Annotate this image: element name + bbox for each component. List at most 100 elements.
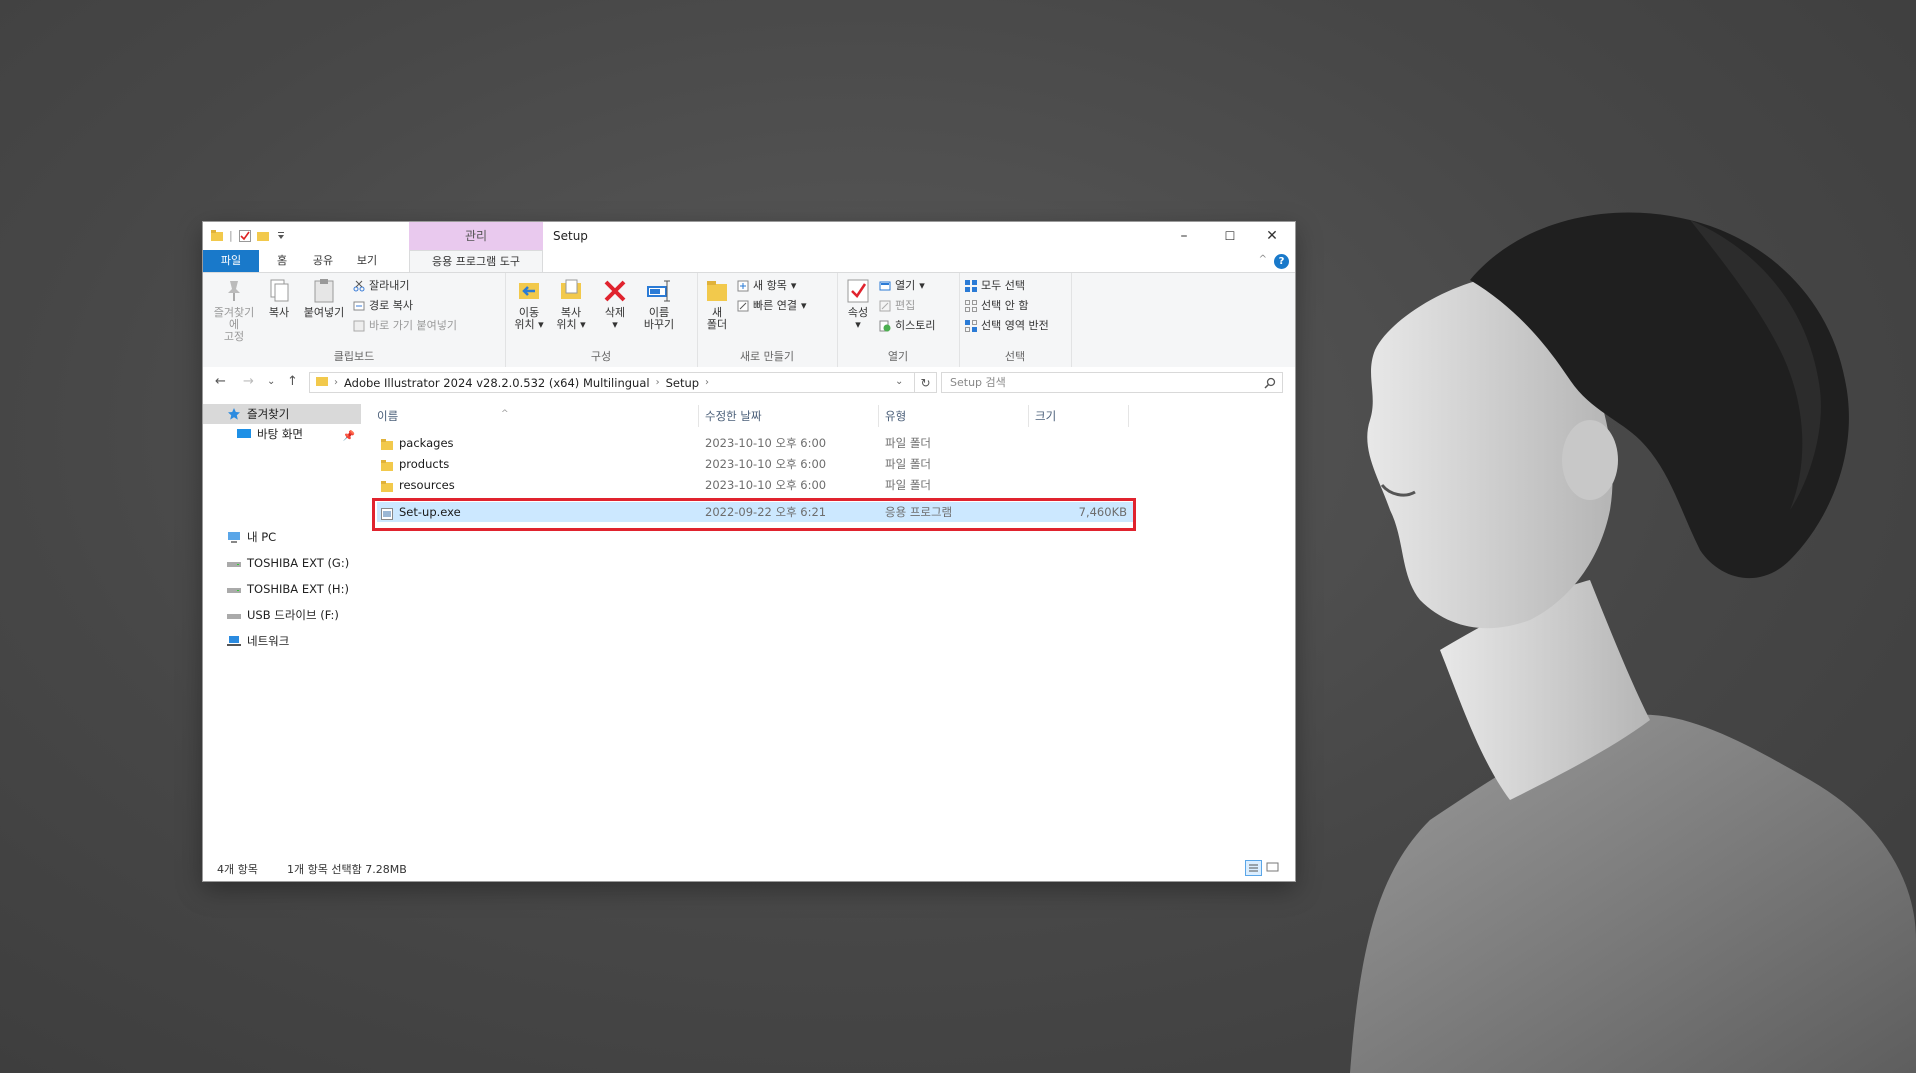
forward-button[interactable]: → — [243, 374, 254, 389]
copy-label: 복사 — [268, 306, 290, 319]
properties-button[interactable]: 속성 ▾ — [841, 277, 875, 331]
tab-home[interactable]: 홈 — [267, 250, 297, 272]
group-clipboard: 즐겨찾기에 고정 복사 붙여넣기 잘라내기 경로 복사 바로 가기 붙여넣기 클… — [203, 273, 506, 367]
newfolder-label-2: 폴더 — [706, 318, 728, 331]
back-button[interactable]: ← — [215, 374, 226, 389]
close-button[interactable]: ✕ — [1249, 222, 1295, 250]
copyto-label-2: 위치 ▾ — [556, 318, 586, 331]
column-header-name[interactable]: 이름 ^ — [371, 405, 699, 427]
chevron-right-icon[interactable]: › — [334, 377, 338, 388]
group-select: 모두 선택 선택 안 함 선택 영역 반전 선택 — [959, 273, 1072, 367]
paste-shortcut-button[interactable]: 바로 가기 붙여넣기 — [353, 317, 457, 335]
new-item-label: 새 항목 — [753, 279, 787, 292]
qat-separator: | — [229, 229, 233, 242]
pin-label-2: 고정 — [223, 330, 245, 343]
delete-dropdown-icon: ▾ — [612, 318, 618, 331]
tab-manage[interactable]: 관리 — [409, 222, 543, 250]
rename-label-2: 바꾸기 — [643, 318, 675, 331]
nav-network[interactable]: 네트워크 — [203, 631, 361, 651]
copy-path-button[interactable]: 경로 복사 — [353, 297, 413, 315]
file-row[interactable]: products 2023-10-10 오후 6:00 파일 폴더 — [377, 454, 1135, 474]
invert-selection-button[interactable]: 선택 영역 반전 — [965, 317, 1049, 335]
select-none-button[interactable]: 선택 안 함 — [965, 297, 1028, 315]
minimize-button[interactable]: – — [1161, 222, 1207, 250]
rename-button[interactable]: 이름 바꾸기 — [635, 277, 683, 331]
breadcrumb-parent[interactable]: Adobe Illustrator 2024 v28.2.0.532 (x64)… — [344, 376, 650, 390]
nav-drive-f[interactable]: USB 드라이브 (F:) — [203, 605, 361, 625]
tab-share[interactable]: 공유 — [305, 250, 341, 272]
file-row[interactable]: packages 2023-10-10 오후 6:00 파일 폴더 — [377, 433, 1135, 453]
edit-button[interactable]: 편집 — [879, 297, 915, 315]
copy-to-button[interactable]: 복사 위치 ▾ — [551, 277, 591, 331]
status-selection: 1개 항목 선택함 7.28MB — [287, 863, 407, 876]
properties-check-icon[interactable] — [238, 229, 251, 242]
help-icon[interactable]: ? — [1274, 254, 1289, 269]
delete-button[interactable]: 삭제 ▾ — [597, 277, 633, 331]
customize-dropdown-icon[interactable] — [275, 230, 287, 242]
delete-x-icon — [601, 277, 629, 305]
file-type: 파일 폴더 — [885, 436, 931, 450]
title-bar: | 관리 Setup – ☐ ✕ — [203, 222, 1295, 250]
column-header-type[interactable]: 유형 — [879, 405, 1029, 427]
open-button[interactable]: 열기 ▾ — [879, 277, 925, 295]
select-none-icon — [965, 300, 977, 312]
search-icon[interactable] — [1264, 376, 1276, 389]
chevron-right-icon[interactable]: › — [656, 377, 660, 388]
cut-button[interactable]: 잘라내기 — [353, 277, 409, 295]
pin-quick-access-button[interactable]: 즐겨찾기에 고정 — [209, 277, 259, 343]
copy-path-label: 경로 복사 — [369, 299, 413, 312]
breadcrumb-current[interactable]: Setup — [666, 376, 699, 390]
tab-view[interactable]: 보기 — [349, 250, 385, 272]
new-folder-icon[interactable] — [256, 230, 269, 242]
column-header-size[interactable]: 크기 — [1029, 405, 1129, 427]
chevron-right-icon[interactable]: › — [705, 377, 709, 388]
file-date: 2023-10-10 오후 6:00 — [705, 478, 827, 492]
nav-drive-g[interactable]: TOSHIBA EXT (G:) — [203, 553, 361, 573]
maximize-button[interactable]: ☐ — [1207, 222, 1253, 250]
history-button[interactable]: 히스토리 — [879, 317, 935, 335]
tab-file[interactable]: 파일 — [203, 250, 259, 272]
column-header-date[interactable]: 수정한 날짜 — [699, 405, 879, 427]
nav-desktop[interactable]: 바탕 화면 📌 — [203, 424, 361, 444]
file-name: packages — [399, 436, 454, 450]
open-label: 열기 — [895, 279, 916, 292]
move-label-2-text: 위치 — [514, 318, 535, 331]
pin-icon[interactable]: 📌 — [343, 427, 355, 447]
pin-icon — [220, 277, 248, 305]
new-item-dropdown-icon: ▾ — [790, 279, 797, 292]
file-type: 파일 폴더 — [885, 457, 931, 471]
copy-button[interactable]: 복사 — [261, 277, 297, 319]
folder-icon — [211, 229, 223, 242]
highlight-box — [372, 498, 1136, 531]
recent-locations-button[interactable]: ⌄ — [267, 376, 275, 387]
collapse-ribbon-icon[interactable]: ^ — [1259, 254, 1267, 265]
nav-drive-h[interactable]: TOSHIBA EXT (H:) — [203, 579, 361, 599]
column-name-label: 이름 — [377, 409, 399, 423]
new-item-button[interactable]: 새 항목 ▾ — [737, 277, 796, 295]
details-view-icon[interactable] — [1245, 860, 1262, 876]
group-label-select: 선택 — [1004, 350, 1026, 363]
file-row[interactable]: resources 2023-10-10 오후 6:00 파일 폴더 — [377, 475, 1135, 495]
nav-this-pc[interactable]: 내 PC — [203, 527, 361, 547]
desktop-icon — [237, 427, 251, 441]
refresh-button[interactable]: ↻ — [915, 372, 937, 393]
nav-quick-access[interactable]: 즐겨찾기 — [203, 404, 361, 424]
invert-selection-label: 선택 영역 반전 — [981, 319, 1049, 332]
large-icons-view-icon[interactable] — [1265, 860, 1282, 876]
window-title: Setup — [553, 229, 588, 243]
paste-icon — [310, 277, 338, 305]
paste-button[interactable]: 붙여넣기 — [299, 277, 349, 319]
network-icon — [227, 634, 241, 648]
tab-app-tools[interactable]: 응용 프로그램 도구 — [409, 250, 543, 272]
select-all-button[interactable]: 모두 선택 — [965, 277, 1025, 295]
nav-drive-f-label: USB 드라이브 (F:) — [247, 608, 339, 622]
move-to-button[interactable]: 이동 위치 ▾ — [509, 277, 549, 331]
address-dropdown-icon[interactable]: ⌄ — [895, 376, 903, 387]
new-folder-button[interactable]: 새 폴더 — [701, 277, 733, 331]
up-button[interactable]: ↑ — [287, 374, 298, 389]
paste-label: 붙여넣기 — [303, 306, 345, 319]
address-bar-row: ← → ⌄ ↑ › Adobe Illustrator 2024 v28.2.0… — [203, 367, 1295, 399]
easy-access-button[interactable]: 빠른 연결 ▾ — [737, 297, 807, 315]
address-box[interactable]: › Adobe Illustrator 2024 v28.2.0.532 (x6… — [309, 372, 915, 393]
search-input[interactable]: Setup 검색 — [941, 372, 1283, 393]
